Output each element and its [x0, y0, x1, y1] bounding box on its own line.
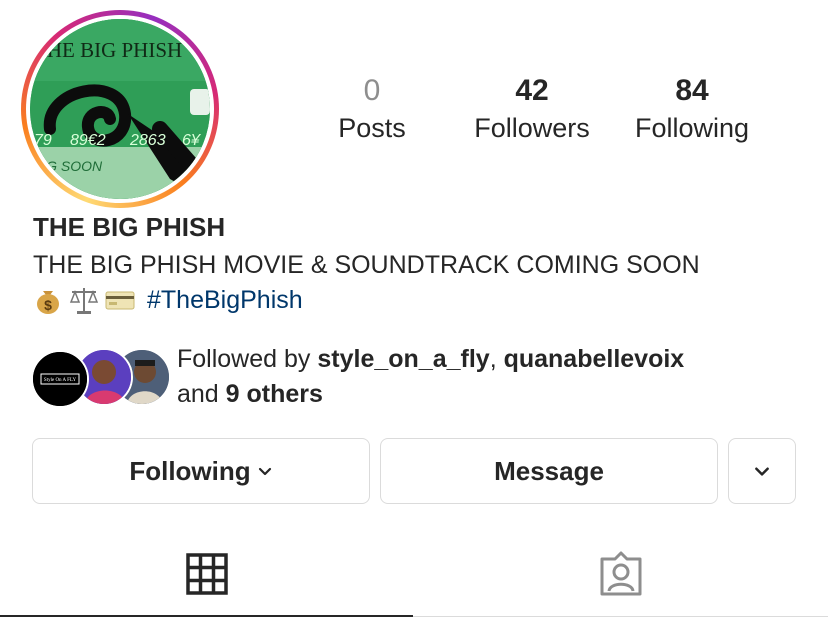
following-button[interactable]: Following	[32, 438, 370, 504]
svg-text:2863: 2863	[129, 132, 166, 149]
credit-card-icon	[105, 291, 135, 310]
posts-label: Posts	[338, 113, 406, 143]
message-button-label: Message	[494, 455, 604, 486]
message-button[interactable]: Message	[380, 438, 718, 504]
profile-avatar-image: THE BIG PHISH 79 89€2 2863 6¥ NG SOON	[30, 19, 210, 199]
chevron-down-icon	[258, 467, 271, 476]
posts-count: 0	[363, 74, 381, 107]
stat-followers[interactable]: 42 Followers	[462, 72, 602, 146]
profile-avatar[interactable]: THE BIG PHISH 79 89€2 2863 6¥ NG SOON	[21, 10, 219, 208]
mutual-followers-avatars[interactable]: Style On A FLY	[31, 348, 171, 408]
active-tab-indicator	[0, 615, 413, 617]
stat-following[interactable]: 84 Following	[622, 72, 762, 146]
followers-count: 42	[515, 74, 549, 107]
followers-label: Followers	[474, 113, 590, 143]
stat-posts[interactable]: 0 Posts	[302, 72, 442, 146]
profile-bio-line2: $ #TheBigPhish	[33, 283, 303, 317]
mutual-follower-2[interactable]: quanabellevoix	[504, 345, 685, 373]
suggested-accounts-button[interactable]	[728, 438, 796, 504]
chevron-down-icon	[755, 467, 769, 476]
followed-by-text[interactable]: Followed by style_on_a_fly, quanabellevo…	[177, 342, 684, 412]
svg-text:79: 79	[34, 132, 52, 149]
following-count: 84	[675, 74, 709, 107]
svg-text:NG SOON: NG SOON	[36, 158, 103, 174]
profile-bio: THE BIG PHISH MOVIE & SOUNDTRACK COMING …	[33, 251, 700, 279]
grid-icon	[186, 553, 228, 595]
tab-tagged[interactable]	[598, 551, 644, 602]
following-label: Following	[634, 113, 750, 143]
svg-text:Style On A FLY: Style On A FLY	[44, 378, 77, 383]
svg-text:6¥: 6¥	[182, 132, 202, 149]
following-button-label: Following	[129, 455, 251, 486]
svg-text:THE BIG PHISH: THE BIG PHISH	[34, 38, 182, 62]
mutual-followers-others[interactable]: 9 others	[226, 380, 323, 408]
bio-hashtag-link[interactable]: #TheBigPhish	[147, 283, 303, 317]
tab-posts-grid[interactable]	[186, 553, 228, 600]
avatar-artwork: THE BIG PHISH 79 89€2 2863 6¥ NG SOON	[30, 19, 210, 199]
balance-scale-icon	[69, 288, 99, 314]
money-bag-icon: $	[37, 291, 59, 314]
tagged-icon	[600, 551, 642, 596]
svg-text:$: $	[44, 297, 52, 313]
profile-display-name: THE BIG PHISH	[33, 212, 226, 242]
mutual-follower-1[interactable]: style_on_a_fly	[317, 345, 489, 373]
svg-text:89€2: 89€2	[70, 132, 106, 149]
mutual-avatar-1: Style On A FLY	[31, 350, 89, 408]
